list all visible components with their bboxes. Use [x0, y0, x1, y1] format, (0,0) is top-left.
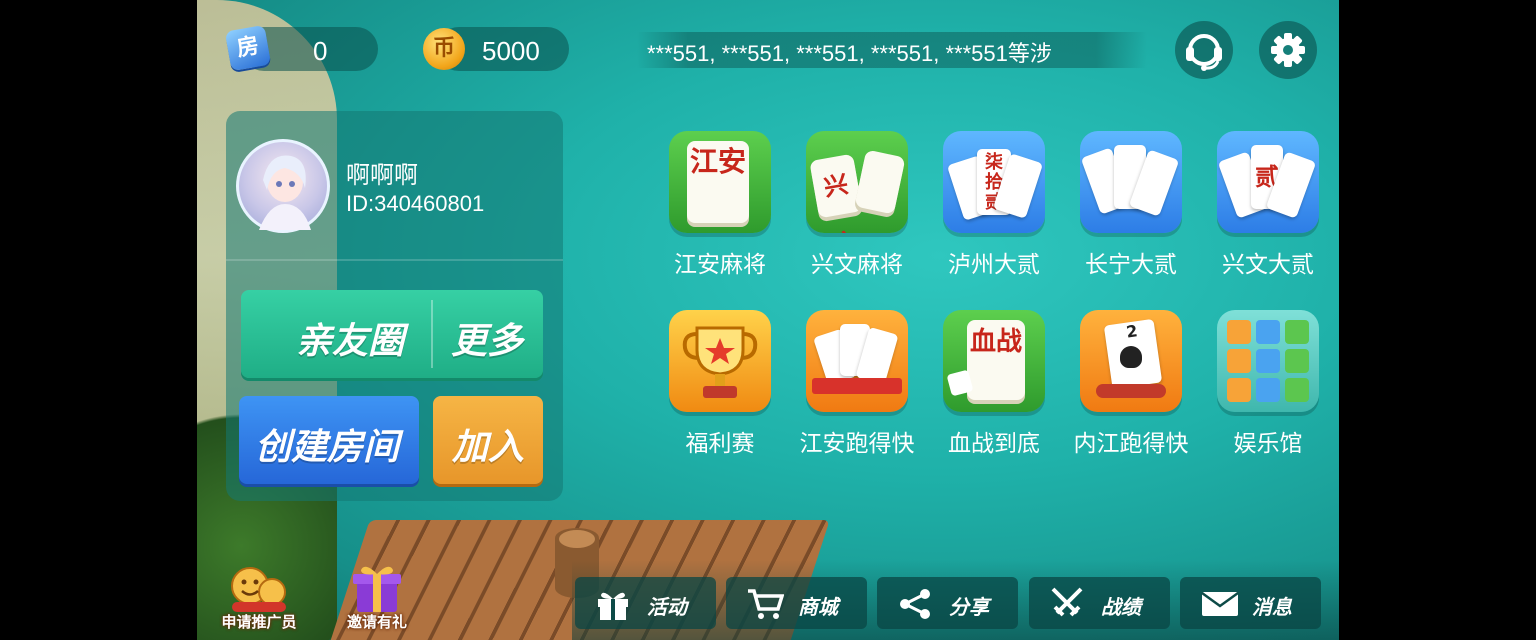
- nav-records-label: 战绩: [1101, 595, 1141, 619]
- create-room-button[interactable]: 创建房间: [239, 396, 419, 484]
- mahjong-tile-icon: 江安: [669, 131, 771, 233]
- more-button[interactable]: 更多: [451, 312, 523, 364]
- announcement-text: ***551, ***551, ***551, ***551, ***551等涉: [647, 41, 1052, 66]
- username: 啊啊啊: [346, 161, 418, 189]
- announcement-marquee: ***551, ***551, ***551, ***551, ***551等涉: [637, 32, 1147, 68]
- join-room-label: 加入: [452, 427, 525, 468]
- gift-box-icon: [353, 566, 401, 612]
- join-room-button[interactable]: 加入: [433, 396, 543, 484]
- domino-tile-icon: [854, 149, 906, 215]
- game-xingwen-dawer[interactable]: 贰 兴文大贰: [1208, 131, 1328, 279]
- smiley-icon: [231, 567, 286, 612]
- user-id: ID:340460801: [346, 191, 485, 216]
- headset-icon: [1186, 34, 1222, 71]
- apply-promoter-button[interactable]: 申请推广员: [209, 562, 309, 640]
- running-card-icon: 2: [1080, 310, 1182, 412]
- game-xingwen-mahjong[interactable]: 兴文 兴文麻将: [797, 131, 917, 279]
- game-label: 江安跑得快: [799, 431, 915, 457]
- game-label: 兴文大贰: [1222, 252, 1314, 278]
- game-neijiang-paodekuai[interactable]: 2 内江跑得快: [1071, 310, 1191, 458]
- friend-circle-button[interactable]: 亲友圈: [296, 312, 404, 364]
- coin-icon: 币: [423, 28, 465, 70]
- game-label: 江安麻将: [674, 252, 766, 278]
- poker-cards-icon: [806, 310, 908, 412]
- game-luzhou-dawer[interactable]: 柒拾贰 泸州大贰: [934, 131, 1054, 279]
- nav-messages-label: 消息: [1252, 595, 1292, 619]
- settings-button[interactable]: [1259, 21, 1317, 79]
- paper-cards-icon: [1080, 131, 1182, 233]
- paper-cards-icon: 柒拾贰: [943, 131, 1045, 233]
- game-entertainment-hall[interactable]: 娱乐馆: [1208, 310, 1328, 458]
- game-label: 兴文麻将: [811, 252, 903, 278]
- nav-shop-label: 商城: [798, 595, 838, 619]
- create-room-label: 创建房间: [255, 427, 400, 468]
- game-grid-icon: [1217, 310, 1319, 412]
- tile-chars: 兴文: [809, 153, 863, 233]
- cart-icon: [748, 589, 784, 619]
- game-label: 泸州大贰: [948, 252, 1040, 278]
- game-label: 娱乐馆: [1233, 431, 1303, 457]
- invite-reward-button[interactable]: 邀请有礼: [327, 562, 427, 640]
- mail-icon: [1201, 591, 1239, 616]
- paper-cards-icon: 贰: [1217, 131, 1319, 233]
- avatar[interactable]: [236, 139, 330, 233]
- game-lobby: 0 房 5000 币 ***551, ***551, ***551, ***55…: [197, 0, 1339, 640]
- tile-chars: 江安: [687, 141, 749, 223]
- trophy-icon: [669, 310, 771, 412]
- nav-activity-label: 活动: [647, 595, 687, 619]
- profile-panel: 啊啊啊 ID:340460801 亲友圈 更多 创建房间 加入: [226, 111, 563, 501]
- room-card-count: 0: [313, 36, 328, 66]
- gear-icon: [1271, 33, 1305, 67]
- nav-activity[interactable]: 活动: [575, 577, 716, 629]
- nav-share[interactable]: 分享: [877, 577, 1018, 629]
- nav-messages[interactable]: 消息: [1180, 577, 1321, 629]
- game-label: 血战到底: [948, 431, 1040, 457]
- button-separator: [431, 300, 433, 368]
- invite-reward-label: 邀请有礼: [346, 613, 407, 631]
- game-jiangan-mahjong[interactable]: 江安 江安麻将: [660, 131, 780, 279]
- avatar-portrait-icon: [259, 155, 311, 230]
- mahjong-dice-icon: 血战: [943, 310, 1045, 412]
- coin-count: 5000: [482, 36, 540, 66]
- mahjong-tiles-icon: 兴文: [806, 131, 908, 233]
- tile-chars: 血战: [967, 320, 1025, 400]
- game-label: 内江跑得快: [1073, 431, 1189, 457]
- game-jiangan-paodekuai[interactable]: 江安跑得快: [797, 310, 917, 458]
- game-label: 长宁大贰: [1085, 252, 1177, 278]
- ribbon-icon: [812, 378, 902, 394]
- nav-shop[interactable]: 商城: [726, 577, 867, 629]
- legs-icon: [1096, 384, 1166, 398]
- friend-circle-group: 亲友圈 更多: [241, 290, 543, 378]
- game-label: 福利赛: [685, 431, 755, 457]
- crossed-swords-icon: [1051, 587, 1083, 617]
- gift-icon: [598, 592, 628, 620]
- nav-records[interactable]: 战绩: [1029, 577, 1170, 629]
- customer-service-button[interactable]: [1175, 21, 1233, 79]
- nav-share-label: 分享: [949, 595, 989, 619]
- game-changning-dawer[interactable]: 长宁大贰: [1071, 131, 1191, 279]
- room-card-icon: 房: [224, 24, 272, 72]
- game-xuezhan-daodi[interactable]: 血战 血战到底: [934, 310, 1054, 458]
- share-icon: [900, 589, 930, 619]
- game-welfare-match[interactable]: 福利赛: [660, 310, 780, 458]
- spade-icon: [1120, 346, 1142, 368]
- apply-promoter-label: 申请推广员: [221, 613, 297, 631]
- panel-divider: [226, 259, 563, 261]
